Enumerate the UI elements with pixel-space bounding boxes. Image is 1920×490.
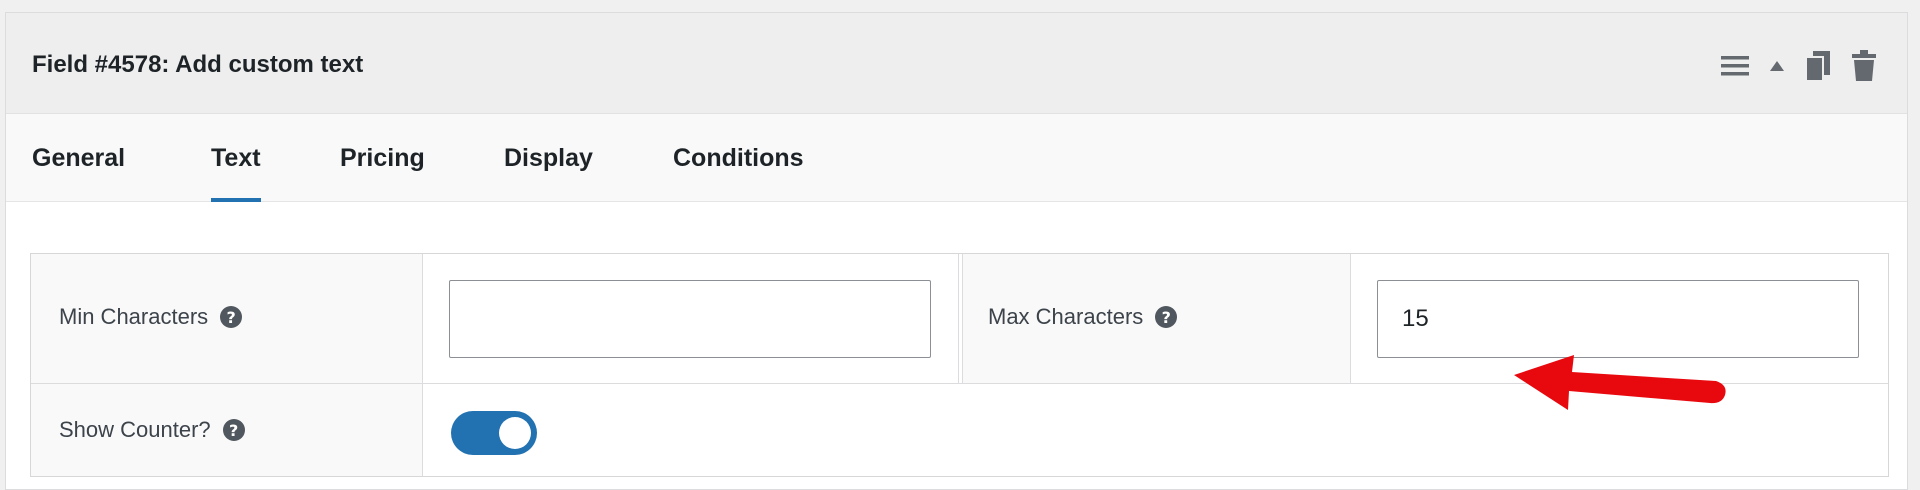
trash-icon[interactable]	[1851, 50, 1877, 82]
grid-divider	[422, 254, 423, 476]
menu-icon[interactable]	[1721, 55, 1749, 77]
field-header: Field #4578: Add custom text	[6, 13, 1907, 114]
duplicate-icon[interactable]	[1805, 50, 1831, 82]
help-icon[interactable]: ?	[1155, 306, 1178, 328]
header-actions	[1721, 49, 1877, 83]
grid-divider	[958, 254, 959, 383]
tab-pricing[interactable]: Pricing	[340, 114, 425, 202]
help-icon[interactable]: ?	[222, 419, 245, 441]
min-characters-label: Min Characters ?	[59, 304, 243, 330]
show-counter-toggle[interactable]	[451, 411, 537, 455]
show-counter-label-text: Show Counter?	[59, 417, 211, 442]
tab-general[interactable]: General	[32, 114, 125, 202]
min-characters-label-text: Min Characters	[59, 304, 209, 329]
help-icon[interactable]: ?	[220, 306, 243, 328]
field-panel: Field #4578: Add custom text General Tex…	[5, 12, 1908, 490]
max-characters-input[interactable]	[1377, 280, 1859, 358]
collapse-arrow-icon[interactable]	[1769, 60, 1785, 72]
tab-text[interactable]: Text	[211, 114, 261, 202]
tab-display[interactable]: Display	[504, 114, 593, 202]
show-counter-label: Show Counter? ?	[59, 417, 245, 443]
tab-bar: General Text Pricing Display Conditions	[6, 114, 1907, 202]
max-characters-label: Max Characters ?	[988, 304, 1178, 330]
min-characters-input[interactable]	[449, 280, 931, 358]
tab-conditions[interactable]: Conditions	[673, 114, 804, 202]
toggle-knob	[499, 417, 531, 449]
field-title: Field #4578: Add custom text	[32, 51, 364, 78]
grid-divider	[1350, 254, 1351, 383]
annotation-arrow-icon	[1514, 355, 1726, 410]
max-characters-label-text: Max Characters	[988, 304, 1144, 329]
grid-divider	[962, 254, 963, 383]
